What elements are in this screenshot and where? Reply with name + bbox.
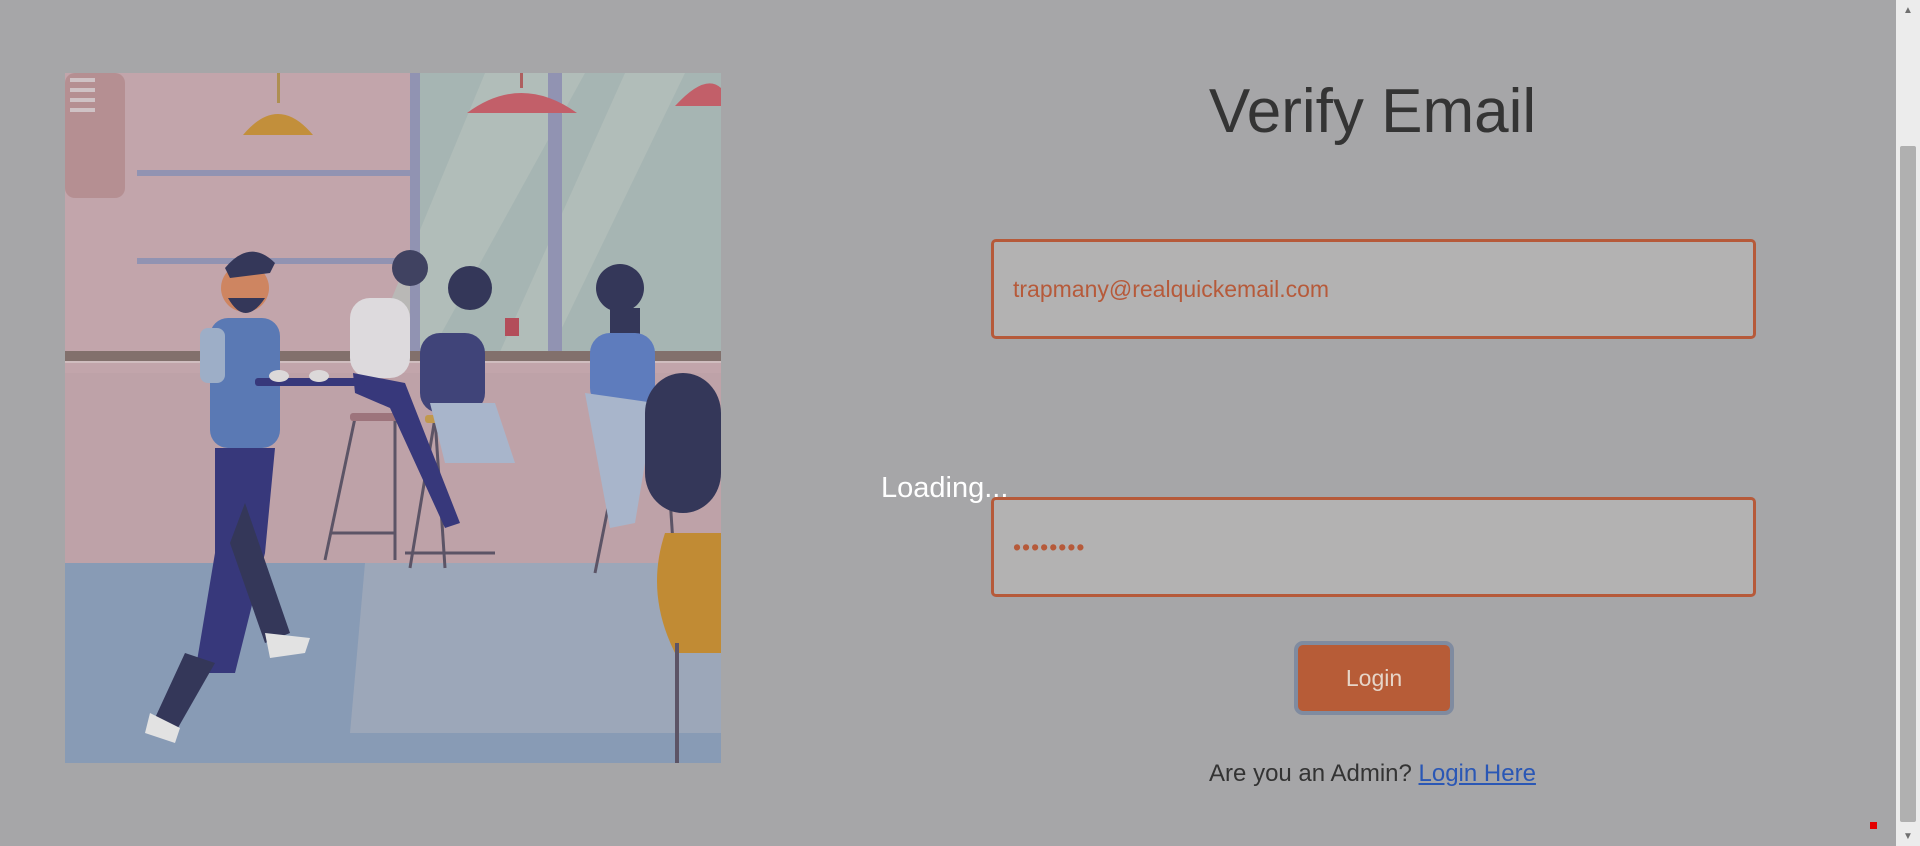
login-button[interactable]: Login (1294, 641, 1454, 715)
cafe-illustration (65, 73, 721, 763)
email-field[interactable] (991, 239, 1756, 339)
admin-prompt: Are you an Admin? (1209, 760, 1412, 787)
scrollbar-thumb[interactable] (1900, 146, 1916, 822)
page-title: Verify Email (1208, 77, 1537, 146)
admin-login-link[interactable]: Login Here (1419, 760, 1536, 787)
vertical-scrollbar[interactable]: ▲ ▼ (1896, 0, 1920, 846)
status-dot (1870, 822, 1877, 829)
scroll-up-icon[interactable]: ▲ (1896, 0, 1920, 20)
verify-email-page: Verify Email Login Are you an Admin? Log… (0, 0, 1896, 846)
password-field[interactable] (991, 497, 1756, 597)
scroll-down-icon[interactable]: ▼ (1896, 826, 1920, 846)
loading-indicator: Loading... (881, 472, 1009, 504)
admin-login-row: Are you an Admin? Login Here (1060, 760, 1685, 788)
